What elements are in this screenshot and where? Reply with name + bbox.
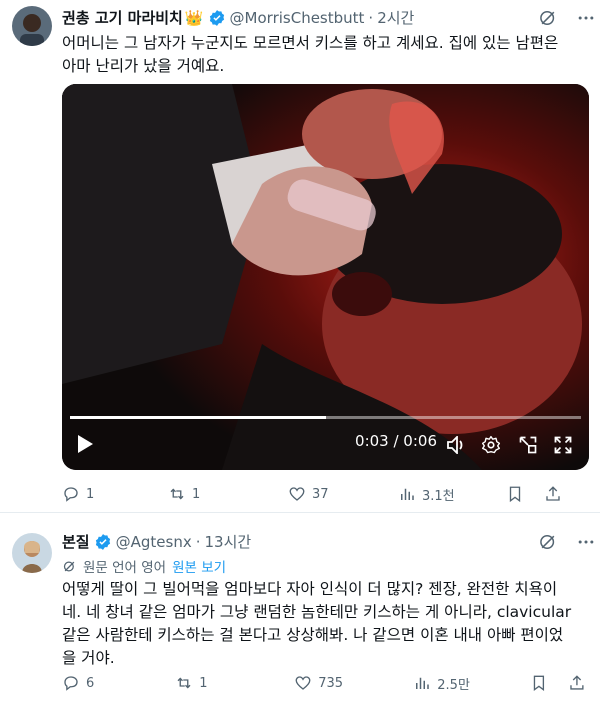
tweet-text-line: 아마 난리가 났을 거예요.	[62, 57, 225, 75]
repost-button[interactable]: 1	[175, 674, 294, 692]
like-button[interactable]: 735	[294, 674, 413, 692]
bookmark-icon[interactable]	[530, 674, 548, 692]
video-player[interactable]: 0:03 / 0:06	[62, 84, 589, 470]
verified-badge-icon	[95, 533, 110, 550]
heart-icon	[295, 676, 311, 690]
tweet-top-actions	[538, 532, 596, 552]
tweet-text: 어떻게 딸이 그 빌어먹을 엄마보다 자아 인식이 더 많지? 젠장, 완전한 …	[62, 578, 592, 670]
more-icon[interactable]	[576, 532, 596, 552]
translation-notice: 원문 언어 영어 원본 보기	[62, 556, 226, 576]
avatar-photo	[12, 533, 52, 573]
more-icon[interactable]	[576, 8, 596, 28]
tweet-top-actions	[538, 8, 596, 28]
like-button[interactable]: 37	[288, 485, 398, 503]
tweet-text: 어머니는 그 남자가 누군지도 모르면서 키스를 하고 계세요. 집에 있는 남…	[62, 32, 592, 78]
tweet-text-line: 어떻게 딸이 그 빌어먹을 엄마보다 자아 인식이 더 많지? 젠장, 완전한 …	[62, 580, 558, 598]
separator: ·	[195, 532, 201, 551]
views-chart-icon	[416, 677, 430, 689]
picture-in-picture-icon[interactable]	[518, 435, 538, 455]
fullscreen-icon[interactable]	[553, 435, 573, 455]
share-icon[interactable]	[544, 485, 562, 503]
video-controls: 0:03 / 0:06	[62, 410, 589, 470]
tweet-2[interactable]: 본질 @Agtesnx · 13시간 원문 언어 영어 원본 보기 어떻게 딸이…	[0, 512, 600, 703]
repost-count: 1	[199, 675, 208, 691]
tweet-1[interactable]: 권총 고기 마라비치 👑 @MorrisChestbutt · 2시간 어머니는…	[0, 0, 600, 512]
verified-badge-icon	[209, 9, 224, 26]
views-count: 3.1천	[422, 488, 455, 504]
timestamp[interactable]: 2시간	[377, 7, 414, 28]
share-icon[interactable]	[568, 674, 586, 692]
like-count: 735	[318, 675, 344, 691]
tweet-text-line: 네. 네 창녀 같은 엄마가 그냥 랜덤한 놈한테만 키스하는 게 아니라, c…	[62, 603, 572, 621]
translated-from-label: 원문 언어 영어	[83, 560, 167, 576]
crown-emoji: 👑	[184, 8, 204, 27]
video-progress-fill	[70, 416, 326, 419]
repost-button[interactable]: 1	[168, 485, 288, 503]
views-button[interactable]: 3.1천	[398, 485, 506, 504]
reply-button[interactable]: 6	[62, 674, 151, 692]
reply-button[interactable]: 1	[62, 485, 152, 503]
views-chart-icon	[401, 488, 414, 500]
reply-icon	[64, 676, 78, 691]
tweet-header: 권총 고기 마라비치 👑 @MorrisChestbutt · 2시간	[62, 7, 414, 28]
bookmark-icon[interactable]	[506, 485, 524, 503]
repost-icon	[170, 488, 184, 500]
grok-small-icon	[63, 561, 75, 571]
settings-gear-icon[interactable]	[481, 435, 501, 455]
reply-count: 1	[86, 486, 95, 502]
avatar[interactable]	[12, 6, 52, 46]
video-progress-bar[interactable]	[70, 416, 581, 419]
volume-icon[interactable]	[447, 436, 467, 454]
display-name[interactable]: 본질	[62, 531, 90, 552]
play-icon[interactable]	[76, 434, 94, 454]
show-original-link[interactable]: 원본 보기	[172, 556, 226, 576]
views-count: 2.5만	[437, 677, 470, 693]
views-button[interactable]: 2.5만	[413, 674, 530, 693]
repost-count: 1	[192, 486, 201, 502]
avatar-photo	[12, 6, 52, 46]
like-count: 37	[312, 486, 329, 502]
tweet-text-line: 같은 사람한테 키스하는 걸 본다고 상상해봐. 나 같으면 이혼 내내 아빠 …	[62, 626, 564, 644]
timestamp[interactable]: 13시간	[204, 531, 251, 552]
tweet-actions: 1 1 37 3.1천	[62, 483, 586, 505]
video-time: 0:03 / 0:06	[355, 432, 437, 450]
tweet-text-line: 을 거야.	[62, 649, 115, 667]
tweet-header: 본질 @Agtesnx · 13시간	[62, 531, 251, 552]
repost-icon	[177, 677, 191, 689]
avatar[interactable]	[12, 533, 52, 573]
handle[interactable]: @MorrisChestbutt	[230, 9, 365, 27]
handle[interactable]: @Agtesnx	[116, 533, 192, 551]
heart-icon	[289, 487, 305, 501]
grok-icon[interactable]	[538, 8, 558, 28]
tweet-text-line: 어머니는 그 남자가 누군지도 모르면서 키스를 하고 계세요. 집에 있는 남…	[62, 34, 559, 52]
grok-icon[interactable]	[538, 532, 558, 552]
separator: ·	[368, 8, 374, 27]
reply-icon	[64, 487, 78, 502]
tweet-actions: 6 1 735 2.5만	[62, 672, 586, 694]
display-name[interactable]: 권총 고기 마라비치	[62, 7, 183, 28]
reply-count: 6	[86, 675, 95, 691]
